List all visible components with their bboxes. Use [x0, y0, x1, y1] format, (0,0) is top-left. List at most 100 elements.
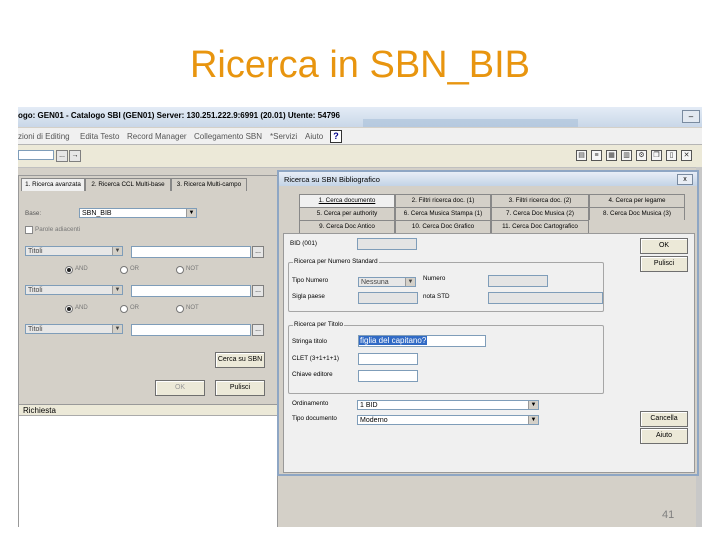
tab-cerca-musica-stampa[interactable]: 6. Cerca Musica Stampa (1)	[395, 207, 491, 220]
gear-icon[interactable]: ⚙	[636, 150, 647, 161]
tipo-documento-value: Moderno	[360, 417, 388, 424]
chevron-down-icon: ▼	[112, 247, 122, 255]
dialog-ok-button[interactable]: OK	[640, 238, 688, 254]
field-select-1[interactable]: Titoli ▼	[25, 246, 123, 256]
toolbar: ... → ▤ ≡ ▦ ▥ ⚙ ❐ ▯ ✕	[18, 145, 702, 168]
term-input-2[interactable]	[131, 285, 251, 297]
and-label-1: AND	[75, 266, 88, 272]
field-select-3[interactable]: Titoli ▼	[25, 324, 123, 334]
book-icon[interactable]: ▯	[666, 150, 677, 161]
print-icon[interactable]: ▤	[576, 150, 587, 161]
tab-cerca-per-legame[interactable]: 4. Cerca per legame	[589, 194, 685, 207]
tipo-documento-select[interactable]: Moderno ▼	[357, 415, 539, 425]
or-label-2: OR	[130, 305, 139, 311]
ordinamento-label: Ordinamento	[292, 400, 329, 407]
menu-item-edita-testo[interactable]: Edita Testo	[80, 132, 119, 141]
close-button[interactable]: x	[677, 174, 693, 185]
term-input-1[interactable]	[131, 246, 251, 258]
menu-item-aiuto[interactable]: Aiuto	[305, 132, 323, 141]
tab-ricerca-avanzata[interactable]: 1. Ricerca avanzata	[21, 178, 85, 191]
tab-cerca-doc-cartografico[interactable]: 11. Cerca Doc Cartografico	[491, 220, 589, 233]
chiave-editore-input[interactable]	[358, 370, 418, 382]
menu-item-record-manager[interactable]: Record Manager	[127, 132, 187, 141]
term-input-3[interactable]	[131, 324, 251, 336]
toolbar-input[interactable]	[18, 150, 54, 160]
ok-button[interactable]: OK	[155, 380, 205, 396]
dialog-pulisci-button[interactable]: Pulisci	[640, 256, 688, 272]
title-bar: ogo: GEN01 - Catalogo SBI (GEN01) Server…	[18, 107, 702, 127]
chevron-down-icon: ▼	[528, 401, 538, 409]
menu-item-collegamento-sbn[interactable]: Collegamento SBN	[194, 132, 262, 141]
tab-filtri-1[interactable]: 2. Filtri ricerca doc. (1)	[395, 194, 491, 207]
tab-ricerca-ccl[interactable]: 2. Ricerca CCL Multi-base	[85, 178, 171, 191]
cancella-button[interactable]: Cancella	[640, 411, 688, 427]
toolbar-ellipsis-button[interactable]: ...	[56, 150, 68, 162]
bid-input[interactable]	[357, 238, 417, 250]
sigla-paese-label: Sigla paese	[292, 293, 325, 300]
dialog-content: BID (001) Ricerca per Numero Standard Ti…	[283, 233, 695, 473]
window-title: ogo: GEN01 - Catalogo SBI (GEN01) Server…	[18, 111, 340, 120]
field-select-2-value: Titoli	[28, 287, 43, 294]
numero-label: Numero	[423, 275, 446, 282]
pulisci-button[interactable]: Pulisci	[215, 380, 265, 396]
tipo-numero-label: Tipo Numero	[292, 277, 329, 284]
tab-cerca-doc-antico[interactable]: 9. Cerca Doc Antico	[299, 220, 395, 233]
not-radio-2[interactable]	[176, 305, 184, 313]
field-select-2[interactable]: Titoli ▼	[25, 285, 123, 295]
slide-title: Ricerca in SBN_BIB	[189, 44, 530, 86]
chevron-down-icon: ▼	[186, 209, 196, 217]
tab-ricerca-multi-campo[interactable]: 3. Ricerca Multi-campo	[171, 178, 247, 191]
copy-icon[interactable]: ❐	[651, 150, 662, 161]
tab-cerca-doc-grafico[interactable]: 10. Cerca Doc Grafico	[395, 220, 491, 233]
and-radio-2[interactable]	[65, 305, 73, 313]
tab-filtri-2[interactable]: 3. Filtri ricerca doc. (2)	[491, 194, 589, 207]
not-label-1: NOT	[186, 266, 199, 272]
not-radio-1[interactable]	[176, 266, 184, 274]
menu-item-servizi[interactable]: *Servizi	[270, 132, 297, 141]
chevron-down-icon: ▼	[405, 278, 415, 286]
dialog-title-bar: Ricerca su SBN Bibliografico x	[279, 172, 697, 186]
minimize-button[interactable]: –	[682, 110, 700, 123]
grid-icon[interactable]: ▦	[606, 150, 617, 161]
tab-cerca-per-authority[interactable]: 5. Cerca per authority	[299, 207, 395, 220]
tab-cerca-doc-musica-2[interactable]: 7. Cerca Doc Musica (2)	[491, 207, 589, 220]
richiesta-area: Richiesta	[18, 404, 278, 527]
not-label-2: NOT	[186, 305, 199, 311]
nota-std-label: nota STD	[423, 293, 450, 300]
ordinamento-value: 1 BID	[360, 402, 378, 409]
numero-input[interactable]	[488, 275, 548, 287]
help-icon[interactable]: ?	[330, 130, 342, 143]
tipo-numero-select[interactable]: Nessuna ▼	[358, 277, 416, 287]
cerca-su-sbn-button[interactable]: Cerca su SBN	[215, 352, 265, 368]
term-3-ellipsis-button[interactable]: ...	[252, 324, 264, 336]
cross-icon[interactable]: ✕	[681, 150, 692, 161]
base-select-value: SBN_BIB	[82, 210, 112, 217]
or-label-1: OR	[130, 266, 139, 272]
clet-input[interactable]	[358, 353, 418, 365]
field-select-1-value: Titoli	[28, 248, 43, 255]
list-icon[interactable]: ≡	[591, 150, 602, 161]
chiave-editore-label: Chiave editore	[292, 371, 333, 378]
tab-cerca-doc-musica-3[interactable]: 8. Cerca Doc Musica (3)	[589, 207, 685, 220]
or-radio-1[interactable]	[120, 266, 128, 274]
base-select[interactable]: SBN_BIB ▼	[79, 208, 197, 218]
aiuto-button[interactable]: Aiuto	[640, 428, 688, 444]
sigla-paese-input[interactable]	[358, 292, 418, 304]
parole-adiacenti-checkbox[interactable]	[25, 226, 33, 234]
and-label-2: AND	[75, 305, 88, 311]
stringa-titolo-value: figlia del capitano?	[359, 336, 428, 345]
term-2-ellipsis-button[interactable]: ...	[252, 285, 264, 297]
or-radio-2[interactable]	[120, 305, 128, 313]
and-radio-1[interactable]	[65, 266, 73, 274]
table-icon[interactable]: ▥	[621, 150, 632, 161]
arrow-right-icon[interactable]: →	[69, 150, 81, 162]
stringa-titolo-input[interactable]: figlia del capitano?	[358, 335, 486, 347]
menu-item-editing[interactable]: zioni di Editing	[18, 132, 70, 141]
tab-cerca-documento[interactable]: 1. Cerca documento	[299, 194, 395, 207]
ordinamento-select[interactable]: 1 BID ▼	[357, 400, 539, 410]
nota-std-input[interactable]	[488, 292, 603, 304]
clet-label: CLET (3+1+1+1)	[292, 355, 339, 362]
term-1-ellipsis-button[interactable]: ...	[252, 246, 264, 258]
left-search-panel: 1. Ricerca avanzata 2. Ricerca CCL Multi…	[18, 175, 278, 405]
numero-standard-group: Ricerca per Numero Standard Tipo Numero …	[288, 258, 604, 312]
